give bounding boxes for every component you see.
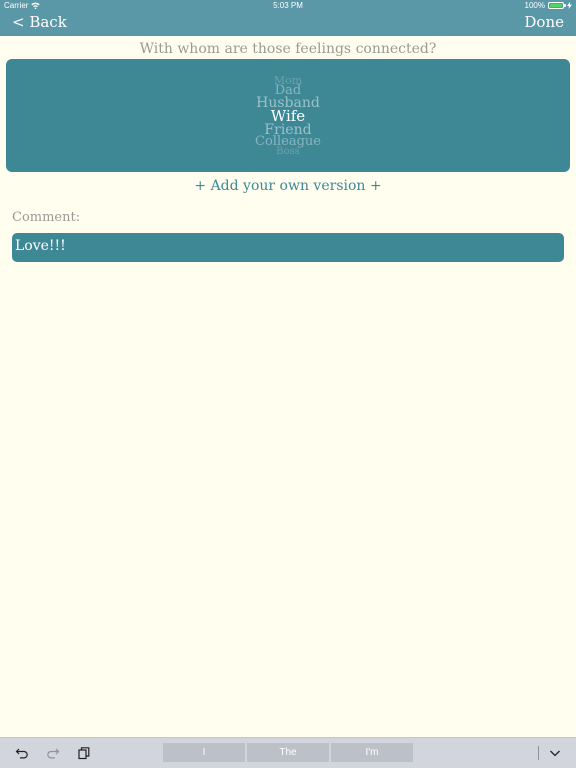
status-bar: Carrier 5:03 PM 100% [0, 0, 576, 12]
battery-icon [548, 2, 566, 9]
person-picker[interactable]: Mom Dad Husband Wife Friend Colleague Bo… [6, 59, 570, 172]
toolbar-divider [538, 746, 539, 760]
navigation-bar: < Back Done [0, 12, 576, 36]
comment-input[interactable]: Love!!! [12, 233, 564, 262]
add-own-version-button[interactable]: + Add your own version + [0, 178, 576, 194]
undo-icon[interactable] [15, 746, 29, 760]
back-button[interactable]: < Back [12, 13, 67, 31]
question-heading: With whom are those feelings connected? [139, 41, 437, 57]
battery-percent: 100% [524, 1, 545, 10]
keyboard-dismiss-icon[interactable] [548, 746, 562, 760]
picker-option[interactable]: Boss [6, 147, 570, 157]
keyboard-shortcut-bar: I The I'm [0, 737, 576, 768]
redo-icon[interactable] [46, 746, 60, 760]
comment-label: Comment: [12, 210, 81, 225]
suggestion-2[interactable]: The [247, 743, 329, 762]
charging-icon [567, 2, 572, 9]
done-button[interactable]: Done [524, 13, 564, 31]
battery-group: 100% [525, 1, 572, 10]
paste-icon[interactable] [77, 746, 91, 760]
suggestion-1[interactable]: I [163, 743, 245, 762]
suggestion-3[interactable]: I'm [331, 743, 413, 762]
clock: 5:03 PM [273, 1, 303, 10]
battery-fill [550, 4, 562, 7]
